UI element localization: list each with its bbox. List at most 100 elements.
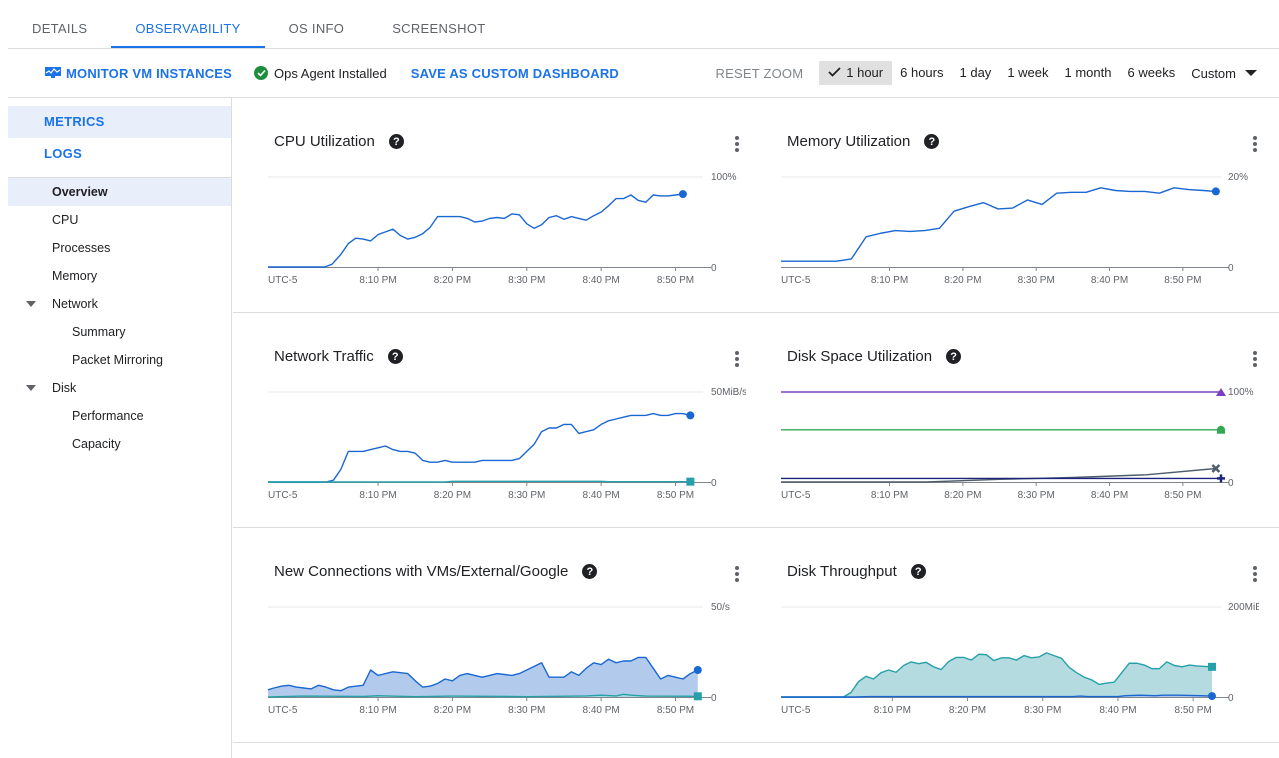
series-marker-write (1207, 692, 1216, 701)
timezone-label: UTC-5 (268, 705, 298, 716)
x-tick-label: 8:20 PM (944, 490, 981, 501)
sidebar-item-performance[interactable]: Performance (8, 402, 231, 430)
timezone-label: UTC-5 (781, 275, 811, 286)
x-tick-label: 8:20 PM (434, 490, 471, 501)
series-marker-VMs (693, 666, 702, 674)
x-tick-label: 8:30 PM (1018, 490, 1055, 501)
dropdown-arrow-icon (1245, 70, 1257, 76)
sidebar-item-processes[interactable]: Processes (8, 234, 231, 262)
chart-plot-disk_throughput[interactable]: 0 200MiB/s UTC-5 8:10 PM 8:20 PM 8:30 PM 8:40 … (746, 528, 1259, 743)
sidebar-item-cpu[interactable]: CPU (8, 206, 231, 234)
y-tick-label: 0 (711, 263, 717, 274)
tab-screenshot[interactable]: SCREENSHOT (368, 10, 509, 48)
toolbar: MONITOR VM INSTANCES Ops Agent Installed… (8, 49, 1279, 98)
x-tick-label: 8:40 PM (583, 705, 620, 716)
range-1-day[interactable]: 1 day (952, 61, 1000, 85)
chart-card-disk_throughput: Disk Throughput?0200MiB/sUTC-58:10 PM8:2… (746, 528, 1259, 743)
sidebar: METRICS LOGS Overview CPU Processes Memo… (8, 98, 232, 758)
timezone-label: UTC-5 (268, 490, 298, 501)
tab-os-info[interactable]: OS INFO (265, 10, 369, 48)
sidebar-item-network[interactable]: Network (8, 290, 231, 318)
range-6-weeks[interactable]: 6 weeks (1120, 61, 1184, 85)
x-tick-label: 8:40 PM (1099, 705, 1136, 716)
y-tick-label: 0 (711, 693, 717, 704)
x-tick-label: 8:40 PM (583, 490, 620, 501)
y-tick-label: 20% (1228, 172, 1248, 183)
timezone-label: UTC-5 (781, 705, 811, 716)
chart-plot-cpu[interactable]: 0 100% UTC-5 8:10 PM 8:20 PM 8:30 PM 8:40 PM 8:… (233, 98, 746, 313)
series-line-device-c[interactable] (781, 467, 1216, 483)
y-tick-label: 0 (1228, 693, 1234, 704)
series-line-sent[interactable] (268, 480, 691, 483)
sidebar-item-overview[interactable]: Overview (8, 178, 231, 206)
range-1-week[interactable]: 1 week (999, 61, 1056, 85)
sidebar-item-capacity[interactable]: Capacity (8, 430, 231, 458)
sidebar-nav: Overview CPU Processes Memory Network Su… (8, 178, 231, 458)
sidebar-item-label: Disk (52, 381, 77, 395)
sidebar-link-metrics[interactable]: METRICS (8, 106, 231, 138)
x-tick-label: 8:50 PM (657, 490, 694, 501)
chart-plot-disk_space[interactable]: 0 100% UTC-5 8:10 PM 8:20 PM 8:30 PM 8:40 PM 8:… (746, 313, 1259, 528)
chart-plot-memory[interactable]: 0 20% UTC-5 8:10 PM 8:20 PM 8:30 PM 8:40 PM 8:5… (746, 98, 1259, 313)
x-tick-label: 8:20 PM (949, 705, 986, 716)
tab-observability[interactable]: OBSERVABILITY (111, 10, 265, 48)
series-marker-read (1207, 662, 1216, 671)
series-marker-received (686, 411, 695, 420)
x-tick-label: 8:50 PM (1164, 490, 1201, 501)
range-label: 1 hour (846, 65, 884, 80)
sidebar-link-logs[interactable]: LOGS (8, 138, 231, 170)
monitor-vm-instances-button[interactable]: MONITOR VM INSTANCES (45, 66, 232, 81)
sidebar-item-packet-mirroring[interactable]: Packet Mirroring (8, 346, 231, 374)
ops-agent-status: Ops Agent Installed (254, 66, 387, 81)
sidebar-item-disk[interactable]: Disk (8, 374, 231, 402)
chart-card-cpu: CPU Utilization? 0 100% UTC-5 8:10 PM 8:20 PM… (233, 98, 746, 313)
y-tick-label: 100% (711, 172, 737, 183)
x-tick-label: 8:10 PM (359, 705, 396, 716)
series-marker-device-b (1217, 425, 1225, 434)
custom-label: Custom (1191, 65, 1236, 81)
custom-range-dropdown[interactable]: Custom (1183, 66, 1279, 81)
x-tick-label: 8:10 PM (359, 490, 396, 501)
checkmark-icon (828, 61, 841, 85)
x-tick-label: 8:20 PM (434, 275, 471, 286)
ops-agent-label: Ops Agent Installed (274, 65, 387, 81)
x-tick-label: 8:10 PM (871, 275, 908, 286)
sidebar-item-label: Network (52, 297, 98, 311)
save-custom-dashboard-button[interactable]: SAVE AS CUSTOM DASHBOARD (411, 66, 619, 81)
chart-card-disk_space: Disk Space Utilization? 0 100% UTC-5 8:10 PM… (746, 313, 1259, 528)
chart-card-connections: New Connections with VMs/External/Google… (233, 528, 746, 743)
x-tick-label: 8:50 PM (1175, 705, 1212, 716)
series-marker-sent (686, 477, 695, 486)
sidebar-item-summary[interactable]: Summary (8, 318, 231, 346)
y-tick-label: 100% (1228, 387, 1254, 398)
time-range-selector: RESET ZOOM 1 hour 6 hours 1 day 1 week 1… (716, 49, 1279, 97)
range-6-hours[interactable]: 6 hours (892, 61, 951, 85)
expand-arrow-icon[interactable] (26, 385, 36, 391)
x-tick-label: 8:20 PM (944, 275, 981, 286)
series-marker-External (693, 692, 702, 701)
x-tick-label: 8:10 PM (874, 705, 911, 716)
series-line-memory[interactable] (781, 187, 1216, 262)
y-tick-label: 0 (1228, 478, 1234, 489)
monitor-icon (45, 67, 61, 78)
series-marker-memory (1211, 187, 1220, 196)
tab-details[interactable]: DETAILS (8, 10, 111, 48)
series-line-received[interactable] (268, 412, 691, 483)
sidebar-item-memory[interactable]: Memory (8, 262, 231, 290)
timezone-label: UTC-5 (268, 275, 298, 286)
series-marker-cpu (678, 190, 687, 199)
reset-zoom-button[interactable]: RESET ZOOM (716, 66, 804, 81)
x-tick-label: 8:50 PM (657, 705, 694, 716)
expand-arrow-icon[interactable] (26, 301, 36, 307)
x-tick-label: 8:40 PM (1091, 275, 1128, 286)
series-line-cpu[interactable] (268, 193, 684, 268)
chart-plot-connections[interactable]: 0 50/s UTC-5 8:10 PM 8:20 PM 8:30 PM 8:40 PM 8:… (233, 528, 746, 743)
x-tick-label: 8:30 PM (508, 705, 545, 716)
x-tick-label: 8:10 PM (871, 490, 908, 501)
chart-card-memory: Memory Utilization? 0 20% UTC-5 8:10 PM 8:20 … (746, 98, 1259, 313)
x-tick-label: 8:50 PM (1164, 275, 1201, 286)
y-tick-label: 0 (711, 478, 717, 489)
range-1-hour[interactable]: 1 hour (819, 61, 893, 85)
range-1-month[interactable]: 1 month (1057, 61, 1120, 85)
chart-plot-network[interactable]: 0 50MiB/s UTC-5 8:10 PM 8:20 PM 8:30 PM 8:40 P… (233, 313, 746, 528)
